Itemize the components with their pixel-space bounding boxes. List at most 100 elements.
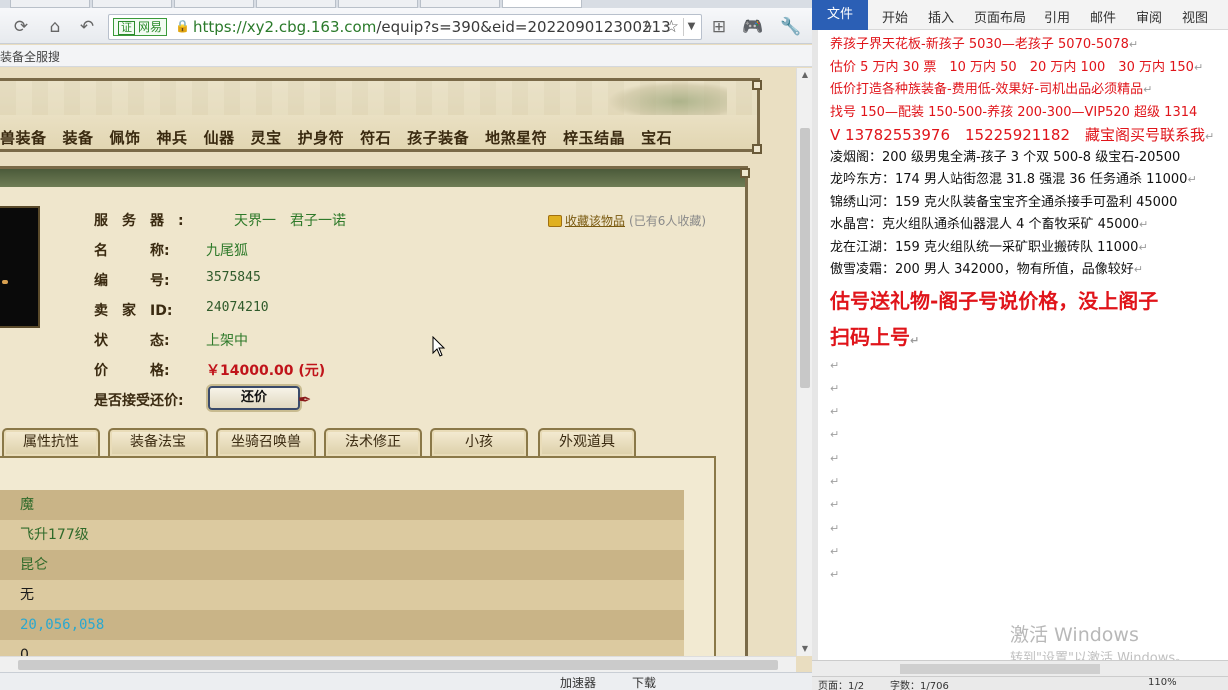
refresh-icon[interactable]: ⟳ (10, 16, 32, 38)
info-label: 名 称: (94, 243, 170, 259)
frame-corner (740, 168, 750, 178)
nav-item[interactable]: 佩饰 (110, 127, 141, 153)
document-body[interactable]: 养孩子界天花板-新孩子 5030—老孩子 5070-5078↵ 估价 5 万内 … (830, 34, 1226, 586)
line-text: V 13782553976 15225921182 藏宝阁买号联系我 (830, 126, 1205, 144)
tab-mounts-pets[interactable]: 坐骑召唤兽 (216, 428, 316, 456)
brush-icon: ✒ (298, 390, 312, 409)
nav-item[interactable]: 符石 (360, 127, 391, 153)
scroll-thumb[interactable] (900, 664, 1100, 674)
star-icon[interactable]: ☆ (664, 17, 679, 37)
doc-line: 养孩子界天花板-新孩子 5030—老孩子 5070-5078↵ (830, 34, 1226, 57)
frame-corner (752, 80, 762, 90)
empty-paragraph: ↵ (830, 544, 840, 558)
download-label[interactable]: 下载 (632, 674, 656, 690)
doc-line: 凌烟阁：200 级男鬼全满-孩子 3 个双 500-8 级宝石-20500 (830, 147, 1226, 170)
table-row: 无 (0, 580, 684, 610)
tab-appearance[interactable]: 外观道具 (538, 428, 636, 456)
scroll-up-icon[interactable]: ▲ (797, 68, 812, 82)
vertical-scrollbar[interactable]: ▲ ▼ (796, 68, 812, 656)
doc-line: 龙在江湖：159 克火组队统一采矿职业搬砖队 11000↵ (830, 237, 1226, 260)
word-count[interactable]: 字数：1/706 (890, 677, 949, 690)
grid-icon[interactable]: ⊞ (708, 16, 730, 38)
accelerator-label[interactable]: 加速器 (560, 674, 596, 690)
line-text: 凌烟阁：200 级男鬼全满-孩子 3 个双 500-8 级宝石-20500 (830, 149, 1181, 165)
browser-tab-strip (0, 0, 812, 8)
ribbon-tab[interactable]: 视图 (1182, 7, 1208, 26)
header-banner: 兽装备 装备 佩饰 神兵 仙器 灵宝 护身符 符石 孩子装备 地煞星符 梓玉结晶… (0, 78, 760, 152)
line-text: 龙在江湖：159 克火组队统一采矿职业搬砖队 11000 (830, 239, 1139, 255)
back-icon[interactable]: ↶ (76, 16, 98, 38)
scroll-thumb[interactable] (18, 660, 778, 670)
nav-item[interactable]: 宝石 (641, 127, 672, 153)
info-value: 24074210 (206, 300, 269, 315)
wrench-icon[interactable]: 🔧 (780, 16, 802, 38)
bookmark-item[interactable]: 装备全服搜 (0, 48, 60, 65)
info-value: 上架中 (206, 333, 248, 349)
screen: ⟳ ⌂ ↶ 证网易 🔒 https://xy2.cbg.163.com/equi… (0, 0, 1228, 690)
nav-item[interactable]: 仙器 (204, 127, 235, 153)
ribbon-tab[interactable]: 页面布局 (974, 7, 1026, 26)
paragraph-mark-icon: ↵ (1187, 173, 1197, 186)
info-label: 编 号: (94, 273, 170, 289)
tab-child[interactable]: 小孩 (430, 428, 528, 456)
browser-tab[interactable] (174, 0, 254, 8)
tab-file[interactable]: 文件 (812, 0, 868, 30)
tab-equipment[interactable]: 装备法宝 (108, 428, 208, 456)
nav-item[interactable]: 护身符 (298, 127, 345, 153)
nav-item[interactable]: 地煞星符 (485, 127, 547, 153)
home-icon[interactable]: ⌂ (44, 16, 66, 38)
browser-tab[interactable] (92, 0, 172, 8)
detail-panel: 魔 飞升177级 昆仑 无 20,056,058 0 (0, 456, 716, 670)
ribbon-tab[interactable]: 引用 (1044, 7, 1070, 26)
empty-paragraph: ↵ (830, 474, 840, 488)
paragraph-mark-icon: ↵ (1205, 130, 1215, 143)
horizontal-scrollbar[interactable] (812, 660, 1228, 676)
nav-item[interactable]: 装备 (63, 127, 94, 153)
ribbon-tab[interactable]: 审阅 (1136, 7, 1162, 26)
counter-offer-button[interactable]: 还价 (208, 386, 300, 410)
info-label: 卖 家 ID: (94, 303, 173, 319)
browser-tab[interactable] (420, 0, 500, 8)
row-value: 无 (20, 587, 34, 603)
row-value: 20,056,058 (20, 617, 105, 633)
cert-label: 网易 (138, 20, 163, 34)
scroll-thumb[interactable] (800, 128, 810, 388)
favorite-count: (已有6人收藏) (629, 214, 707, 228)
ribbon-tab[interactable]: 邮件 (1090, 7, 1116, 26)
browser-tab[interactable] (338, 0, 418, 8)
scroll-down-icon[interactable]: ▼ (797, 642, 812, 656)
gamepad-icon[interactable]: 🎮 (742, 16, 764, 38)
line-text: 傲雪凌霜：200 男人 342000，物有所值，品像较好 (830, 262, 1134, 277)
tab-spell-correction[interactable]: 法术修正 (324, 428, 422, 456)
lightning-icon[interactable]: ϟ (643, 18, 653, 36)
nav-item[interactable]: 神兵 (157, 127, 188, 153)
certificate-badge[interactable]: 证网易 (113, 18, 168, 36)
chevron-down-icon[interactable]: ▼ (683, 18, 699, 36)
nav-item[interactable]: 孩子装备 (407, 127, 469, 153)
browser-toolbar: ⟳ ⌂ ↶ 证网易 🔒 https://xy2.cbg.163.com/equi… (0, 8, 812, 44)
tab-attributes[interactable]: 属性抗性 (2, 428, 100, 456)
favorite-link[interactable]: 收藏该物品 (565, 214, 625, 228)
browser-tab[interactable] (10, 0, 90, 8)
url-path: /equip?s=390&eid=202209012300213 (376, 18, 671, 36)
nav-item[interactable]: 灵宝 (251, 127, 282, 153)
url-text[interactable]: https://xy2.cbg.163.com/equip?s=390&eid=… (193, 18, 671, 36)
address-bar[interactable]: 证网易 🔒 https://xy2.cbg.163.com/equip?s=39… (108, 14, 702, 40)
nav-item[interactable]: 梓玉结晶 (563, 127, 625, 153)
paragraph-mark-icon: ↵ (1133, 263, 1143, 276)
browser-tab[interactable] (256, 0, 336, 8)
line-text: 养孩子界天花板-新孩子 5030—老孩子 5070-5078 (830, 37, 1129, 52)
line-text: 水晶宫：克火组队通杀仙器混人 4 个畜牧采矿 45000 (830, 217, 1140, 232)
horizontal-scrollbar[interactable] (0, 656, 796, 672)
page-count[interactable]: 页面：1/2 (818, 677, 864, 690)
doc-line: 龙吟东方：174 男人站街忽混 31.8 强混 36 任务通杀 11000↵ (830, 169, 1226, 192)
empty-paragraph: ↵ (830, 451, 840, 465)
paragraph-mark-icon: ↵ (1128, 38, 1139, 51)
ribbon-tabs: 文件 开始 插入 页面布局 引用 邮件 审阅 视图 (812, 0, 1228, 30)
nav-item[interactable]: 兽装备 (0, 127, 47, 153)
zoom-level[interactable]: 110% (1148, 677, 1177, 688)
ribbon-tab[interactable]: 插入 (928, 7, 954, 26)
ribbon-tab[interactable]: 开始 (882, 7, 908, 26)
browser-tab-active[interactable] (502, 0, 582, 8)
bookmarks-bar: 装备全服搜 (0, 45, 812, 67)
